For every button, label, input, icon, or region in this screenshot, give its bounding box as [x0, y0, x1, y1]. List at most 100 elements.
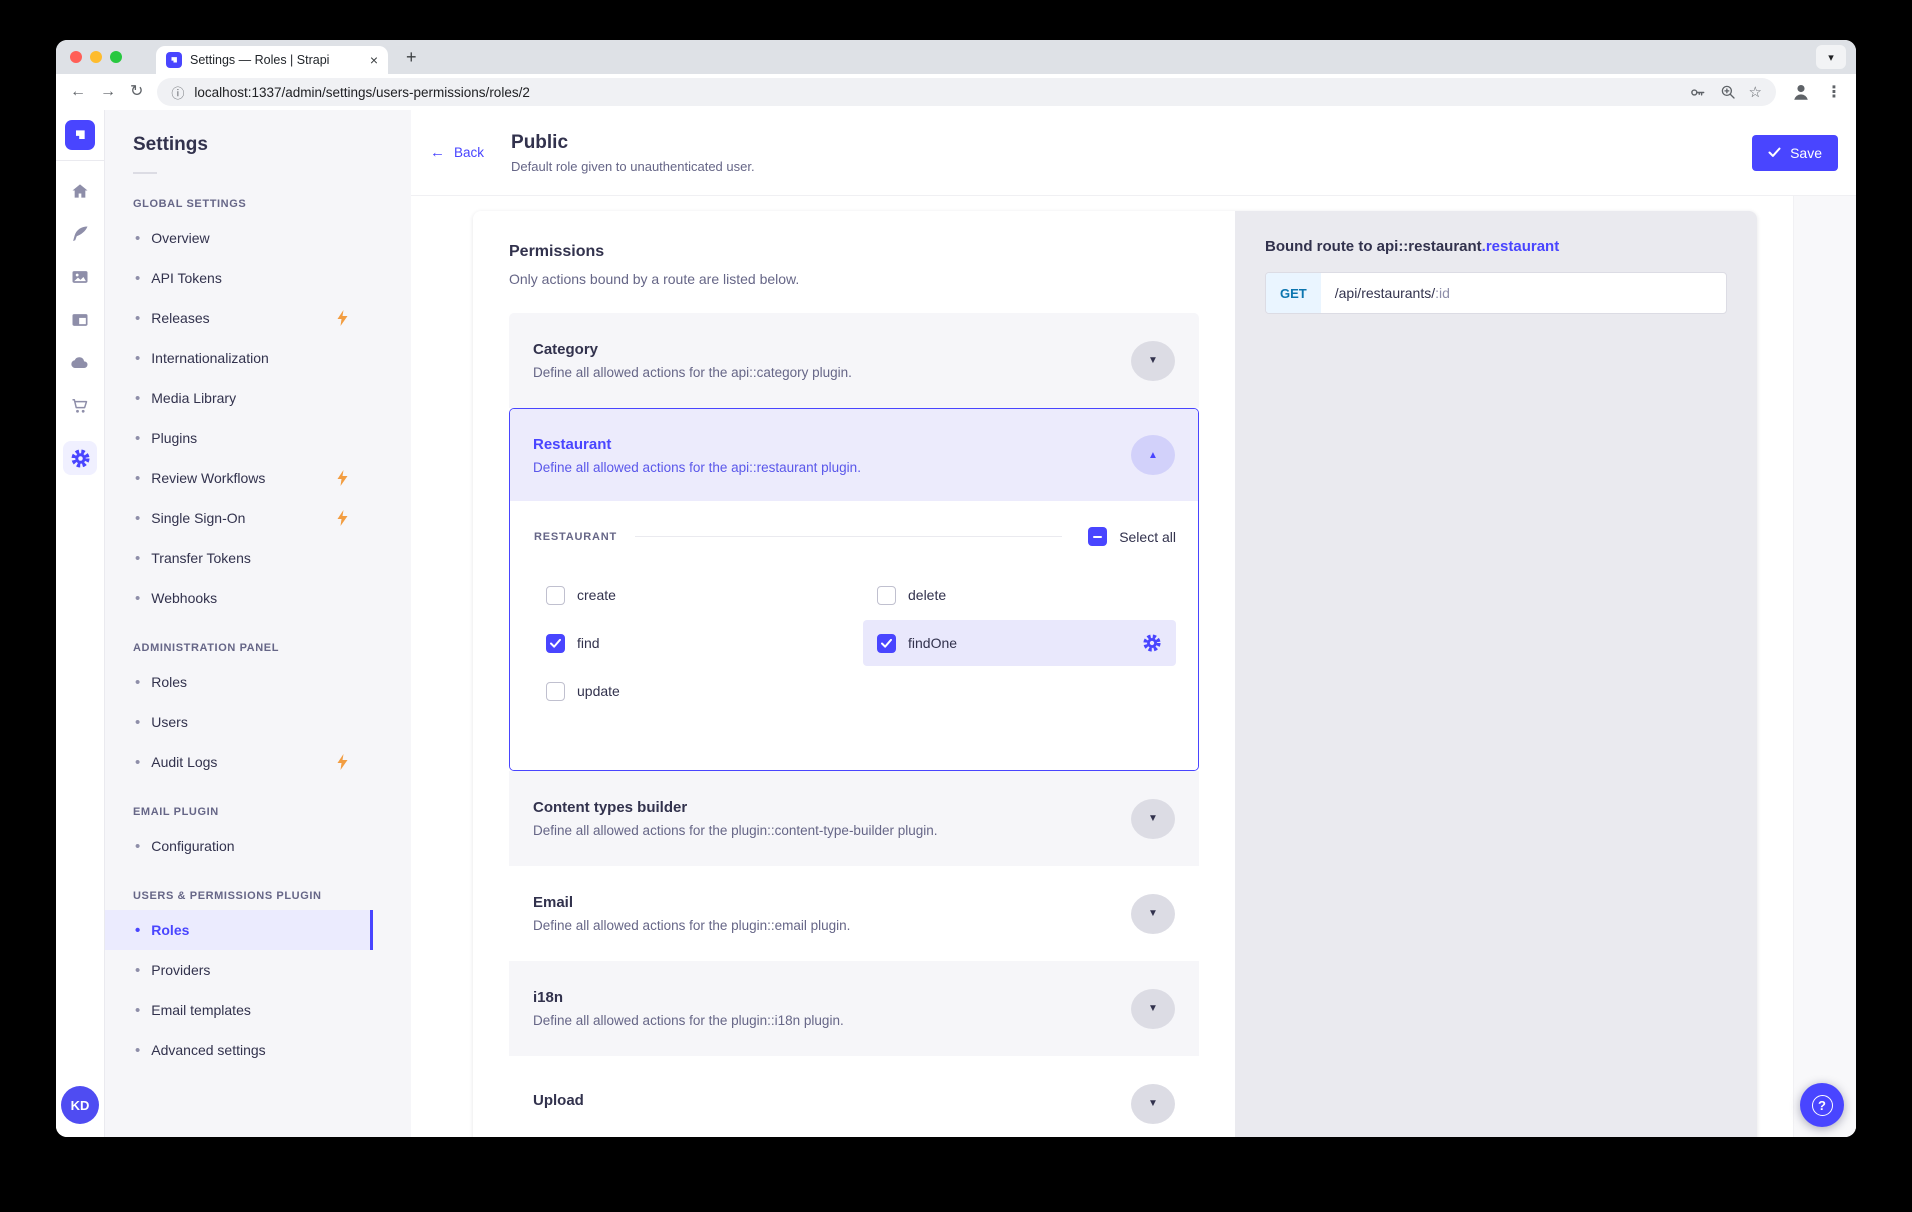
accordion-restaurant-expanded: RestaurantDefine all allowed actions for…	[509, 408, 1199, 771]
accordion-category[interactable]: CategoryDefine all allowed actions for t…	[509, 313, 1199, 408]
bookmark-star-icon[interactable]: ☆	[1749, 83, 1762, 101]
expand-accordion-button[interactable]: ▼	[1131, 1084, 1175, 1124]
subnav-item-single-sign-on[interactable]: •Single Sign-On	[105, 498, 373, 538]
zoom-page-icon[interactable]	[1719, 83, 1737, 101]
browser-forward-icon[interactable]: →	[100, 84, 116, 100]
create-checkbox[interactable]	[546, 586, 565, 605]
expand-accordion-button[interactable]: ▼	[1131, 894, 1175, 934]
bullet-icon: •	[135, 471, 140, 486]
accordion-i18n[interactable]: i18nDefine all allowed actions for the p…	[509, 961, 1199, 1056]
subnav-item-users[interactable]: •Users	[105, 702, 373, 742]
subnav-item-configuration[interactable]: •Configuration	[105, 826, 373, 866]
tab-close-icon[interactable]: ×	[370, 53, 378, 67]
select-all-label: Select all	[1119, 529, 1176, 545]
permission-update: update	[532, 668, 845, 714]
findOne-checkbox[interactable]	[877, 634, 896, 653]
help-button[interactable]: ?	[1800, 1083, 1844, 1127]
expand-accordion-button[interactable]: ▼	[1131, 799, 1175, 839]
bullet-icon: •	[135, 231, 140, 246]
strapi-logo-icon[interactable]	[65, 120, 95, 150]
browser-toolbar: ← → ↻ ⓘ localhost:1337/admin/settings/us…	[56, 74, 1856, 110]
subnav-item-advanced-settings[interactable]: •Advanced settings	[105, 1030, 373, 1070]
subnav-item-label: Plugins	[151, 430, 197, 446]
accordion-restaurant-header[interactable]: RestaurantDefine all allowed actions for…	[510, 409, 1198, 501]
bullet-icon: •	[135, 1003, 140, 1018]
window-controls	[70, 51, 122, 63]
password-key-icon[interactable]	[1688, 83, 1707, 102]
bound-route-title-highlight: .restaurant	[1482, 238, 1560, 255]
accordion-email[interactable]: EmailDefine all allowed actions for the …	[509, 866, 1199, 961]
subnav-item-transfer-tokens[interactable]: •Transfer Tokens	[105, 538, 373, 578]
subnav-item-label: Review Workflows	[151, 470, 265, 486]
url-text[interactable]: localhost:1337/admin/settings/users-perm…	[194, 85, 1677, 100]
new-tab-button[interactable]: +	[406, 47, 417, 68]
page-header: ← Back Public Default role given to unau…	[411, 110, 1856, 196]
main-nav-rail: KD	[56, 110, 105, 1137]
subnav-item-label: API Tokens	[151, 270, 222, 286]
minimize-window-button[interactable]	[90, 51, 102, 63]
subnav-item-providers[interactable]: •Providers	[105, 950, 373, 990]
find-checkbox[interactable]	[546, 634, 565, 653]
permission-findOne: findOne	[863, 620, 1176, 666]
subnav-item-internationalization[interactable]: •Internationalization	[105, 338, 373, 378]
browser-back-icon[interactable]: ←	[70, 84, 86, 100]
expand-accordion-button[interactable]: ▼	[1131, 341, 1175, 381]
select-all-checkbox[interactable]	[1088, 527, 1107, 546]
expand-accordion-button[interactable]: ▼	[1131, 989, 1175, 1029]
deploy-cloud-icon[interactable]	[70, 353, 90, 373]
maximize-window-button[interactable]	[110, 51, 122, 63]
subnav-item-plugins[interactable]: •Plugins	[105, 418, 373, 458]
collapse-accordion-button[interactable]: ▲	[1131, 435, 1175, 475]
bullet-icon: •	[135, 511, 140, 526]
subnav-item-api-tokens[interactable]: • API Tokens	[105, 258, 373, 298]
browser-tab-strip: Settings — Roles | Strapi × + ▾	[56, 40, 1856, 74]
save-button[interactable]: Save	[1752, 135, 1838, 171]
browser-tab[interactable]: Settings — Roles | Strapi ×	[156, 46, 388, 74]
bullet-icon: •	[135, 271, 140, 286]
http-method-badge: GET	[1266, 273, 1321, 313]
subnav-item-overview[interactable]: •Overview	[105, 218, 373, 258]
divider-line	[635, 536, 1062, 537]
subnav-item-webhooks[interactable]: •Webhooks	[105, 578, 373, 618]
content-type-builder-icon[interactable]	[70, 310, 90, 330]
lightning-icon	[336, 510, 349, 526]
close-window-button[interactable]	[70, 51, 82, 63]
tab-overflow-chevron-icon[interactable]: ▾	[1816, 45, 1846, 69]
media-library-icon[interactable]	[70, 267, 90, 287]
scroll-gutter[interactable]	[1793, 196, 1856, 1137]
content-manager-icon[interactable]	[70, 224, 90, 244]
permissions-card: Permissions Only actions bound by a rout…	[473, 211, 1757, 1137]
address-bar[interactable]: ⓘ localhost:1337/admin/settings/users-pe…	[157, 78, 1776, 106]
lightning-icon	[336, 310, 349, 326]
back-link[interactable]: ← Back	[430, 144, 484, 161]
user-avatar[interactable]: KD	[61, 1086, 99, 1124]
advanced-settings-cog-icon[interactable]	[1142, 633, 1162, 653]
update-checkbox[interactable]	[546, 682, 565, 701]
browser-menu-dots-icon[interactable]: ⋮	[1826, 82, 1842, 102]
subnav-item-email-templates[interactable]: •Email templates	[105, 990, 373, 1030]
subnav-item-review-workflows[interactable]: • Review Workflows	[105, 458, 373, 498]
subnav-item-label: Roles	[151, 922, 189, 938]
bullet-icon: •	[135, 351, 140, 366]
settings-gear-icon[interactable]	[63, 441, 97, 475]
site-info-icon[interactable]: ⓘ	[171, 83, 184, 102]
profile-avatar-icon[interactable]	[1790, 81, 1812, 103]
subnav-item-label: Audit Logs	[151, 754, 217, 770]
delete-checkbox[interactable]	[877, 586, 896, 605]
subnav-item-releases[interactable]: •Releases	[105, 298, 373, 338]
marketplace-cart-icon[interactable]	[70, 396, 90, 416]
subnav-item-audit-logs[interactable]: •Audit Logs	[105, 742, 373, 782]
bullet-icon: •	[135, 311, 140, 326]
permissions-subtitle: Only actions bound by a route are listed…	[509, 271, 1199, 287]
accordion-upload[interactable]: Upload▼	[509, 1056, 1199, 1137]
subnav-item-roles[interactable]: •Roles	[105, 910, 373, 950]
browser-reload-icon[interactable]: ↻	[130, 84, 143, 100]
subnav-item-media-library[interactable]: •Media Library	[105, 378, 373, 418]
subnav-item-roles[interactable]: •Roles	[105, 662, 373, 702]
accordion-content-types-builder[interactable]: Content types builderDefine all allowed …	[509, 771, 1199, 866]
home-icon[interactable]	[70, 181, 90, 201]
permissions-section: Permissions Only actions bound by a rout…	[473, 211, 1235, 1137]
bullet-icon: •	[135, 963, 140, 978]
bullet-icon: •	[135, 715, 140, 730]
chevron-down-icon: ▼	[1148, 1098, 1158, 1109]
